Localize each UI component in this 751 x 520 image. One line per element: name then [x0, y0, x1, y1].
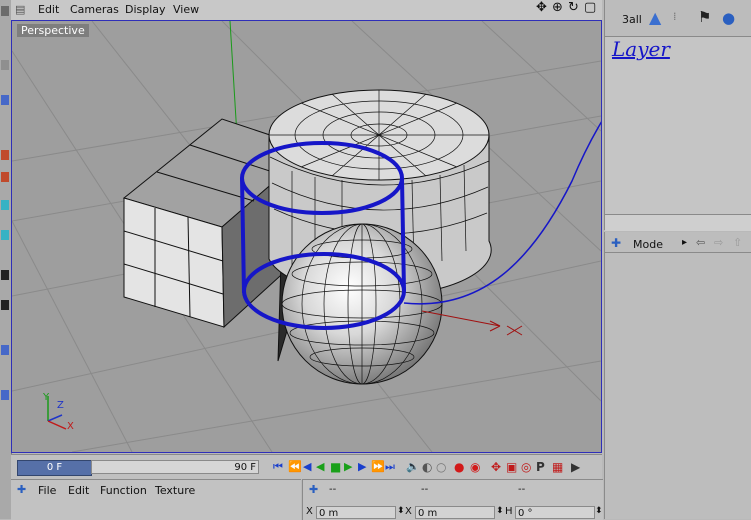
menu-edit[interactable]: Edit: [38, 3, 59, 16]
coord-label-size-x: X: [405, 506, 412, 517]
material-manager-menu-icon[interactable]: ✚: [17, 483, 26, 496]
visibility-dots-icon[interactable]: ⁞: [673, 10, 677, 23]
material-menu-edit[interactable]: Edit: [68, 484, 89, 497]
coord-label-position-x: X: [306, 506, 313, 517]
tool-icon[interactable]: [1, 390, 9, 400]
viewport-menu-handle-icon: ▤: [15, 3, 26, 16]
goto-end-icon[interactable]: ⏭: [385, 460, 396, 474]
rotation-key-icon[interactable]: ◎: [521, 460, 532, 474]
play-backward-icon[interactable]: ◀: [316, 460, 327, 474]
record-toggle-icon[interactable]: ◐: [422, 460, 433, 474]
cone-object-icon[interactable]: ▲: [649, 8, 661, 27]
material-menu-texture[interactable]: Texture: [155, 484, 195, 497]
sound-icon[interactable]: 🔈: [406, 460, 420, 474]
menu-cameras[interactable]: Cameras: [70, 3, 119, 16]
tool-icon[interactable]: [1, 6, 9, 16]
attributes-mode-label[interactable]: Mode: [633, 238, 663, 251]
position-key-icon[interactable]: ✥: [491, 460, 502, 474]
maximize-view-icon[interactable]: ▢: [584, 0, 596, 15]
step-back-icon[interactable]: ◀: [303, 460, 314, 474]
goto-start-icon[interactable]: ⏮: [273, 460, 284, 474]
axis-label-z: Z: [57, 400, 64, 411]
size-x-field[interactable]: 0 m: [415, 506, 495, 519]
coord-col-header-position: --: [329, 484, 337, 495]
coordinate-manager: ✚ -- -- -- X 0 m ⬍ X 0 m ⬍ H 0 ° ⬍: [302, 479, 603, 520]
size-x-stepper-icon[interactable]: ⬍: [496, 506, 504, 516]
axis-label-x: X: [67, 421, 74, 432]
attributes-panel: ✚ Mode ▸ ⇦ ⇨ ⇧: [604, 232, 751, 519]
next-key-icon[interactable]: ⏩: [371, 460, 385, 474]
history-up-icon[interactable]: ⇧: [733, 236, 742, 249]
record-key-icon[interactable]: ●: [454, 460, 465, 474]
keyframe-disabled-icon[interactable]: ○: [436, 460, 447, 474]
history-back-icon[interactable]: ⇦: [696, 236, 705, 249]
tool-icon[interactable]: [1, 150, 9, 160]
tool-icon[interactable]: [1, 230, 9, 240]
material-menu-file[interactable]: File: [38, 484, 56, 497]
rotation-h-stepper-icon[interactable]: ⬍: [595, 506, 603, 516]
rotation-h-field[interactable]: 0 °: [515, 506, 595, 519]
material-manager: ✚ File Edit Function Texture: [11, 479, 301, 520]
material-tag-icon[interactable]: ●: [722, 9, 735, 27]
tool-icon[interactable]: [1, 345, 9, 355]
coord-label-rotation-h: H: [505, 506, 513, 517]
menu-display[interactable]: Display: [125, 3, 166, 16]
history-forward-icon[interactable]: ⇨: [714, 236, 723, 249]
coord-col-header-size: --: [421, 484, 429, 495]
coordinate-manager-menu-icon[interactable]: ✚: [309, 483, 318, 496]
annotation-layer-text: Layer: [612, 37, 670, 61]
timeline-options-icon[interactable]: ▶: [571, 460, 582, 474]
move-view-icon[interactable]: ✥: [536, 0, 547, 15]
parameter-key-icon[interactable]: P: [536, 460, 547, 474]
attributes-divider: [605, 252, 751, 253]
perspective-viewport[interactable]: Perspective Y Z X: [11, 20, 602, 453]
autokey-icon[interactable]: ◉: [470, 460, 481, 474]
position-x-stepper-icon[interactable]: ⬍: [397, 506, 405, 516]
previous-key-icon[interactable]: ⏪: [288, 460, 302, 474]
coord-col-header-rotation: --: [518, 484, 526, 495]
object-manager-panel: 3all ▲ ⁞ ⚑ ● Layer: [604, 0, 751, 231]
axis-label-y: Y: [43, 392, 50, 403]
tool-icon[interactable]: [1, 270, 9, 280]
material-menu-function[interactable]: Function: [100, 484, 147, 497]
scene-canvas: [12, 21, 601, 452]
viewport-menubar: ▤ Edit Cameras Display View ✥ ⊕ ↻ ▢: [11, 0, 602, 21]
play-forward-icon[interactable]: ▶: [344, 460, 355, 474]
tool-icon[interactable]: [1, 300, 9, 310]
tool-icon[interactable]: [1, 172, 9, 182]
tool-icon[interactable]: [1, 200, 9, 210]
current-frame-field[interactable]: 0 F: [17, 460, 92, 476]
attributes-menu-icon[interactable]: ✚: [611, 236, 621, 250]
timeline-bar: 0 F 90 F ⏮ ⏪ ◀ ◀ ■ ▶ ▶ ⏩ ⏭ 🔈 ◐ ○ ● ◉ ✥ ▣…: [11, 454, 602, 479]
pla-key-icon[interactable]: ▦: [552, 460, 563, 474]
timeline-slider[interactable]: 90 F: [91, 460, 259, 474]
scale-key-icon[interactable]: ▣: [506, 460, 517, 474]
checkered-flag-icon[interactable]: ⚑: [698, 8, 711, 26]
viewport-name-label: Perspective: [17, 24, 89, 37]
rotate-view-icon[interactable]: ↻: [568, 0, 579, 15]
step-forward-icon[interactable]: ▶: [358, 460, 369, 474]
menu-view[interactable]: View: [173, 3, 199, 16]
object-manager-footer: [605, 214, 751, 231]
tool-icon[interactable]: [1, 95, 9, 105]
zoom-view-icon[interactable]: ⊕: [552, 0, 563, 15]
tool-icon[interactable]: [1, 60, 9, 70]
stop-icon[interactable]: ■: [330, 460, 341, 474]
object-name-label[interactable]: 3all: [622, 13, 642, 26]
position-x-field[interactable]: 0 m: [316, 506, 396, 519]
mode-expand-icon[interactable]: ▸: [682, 237, 687, 248]
